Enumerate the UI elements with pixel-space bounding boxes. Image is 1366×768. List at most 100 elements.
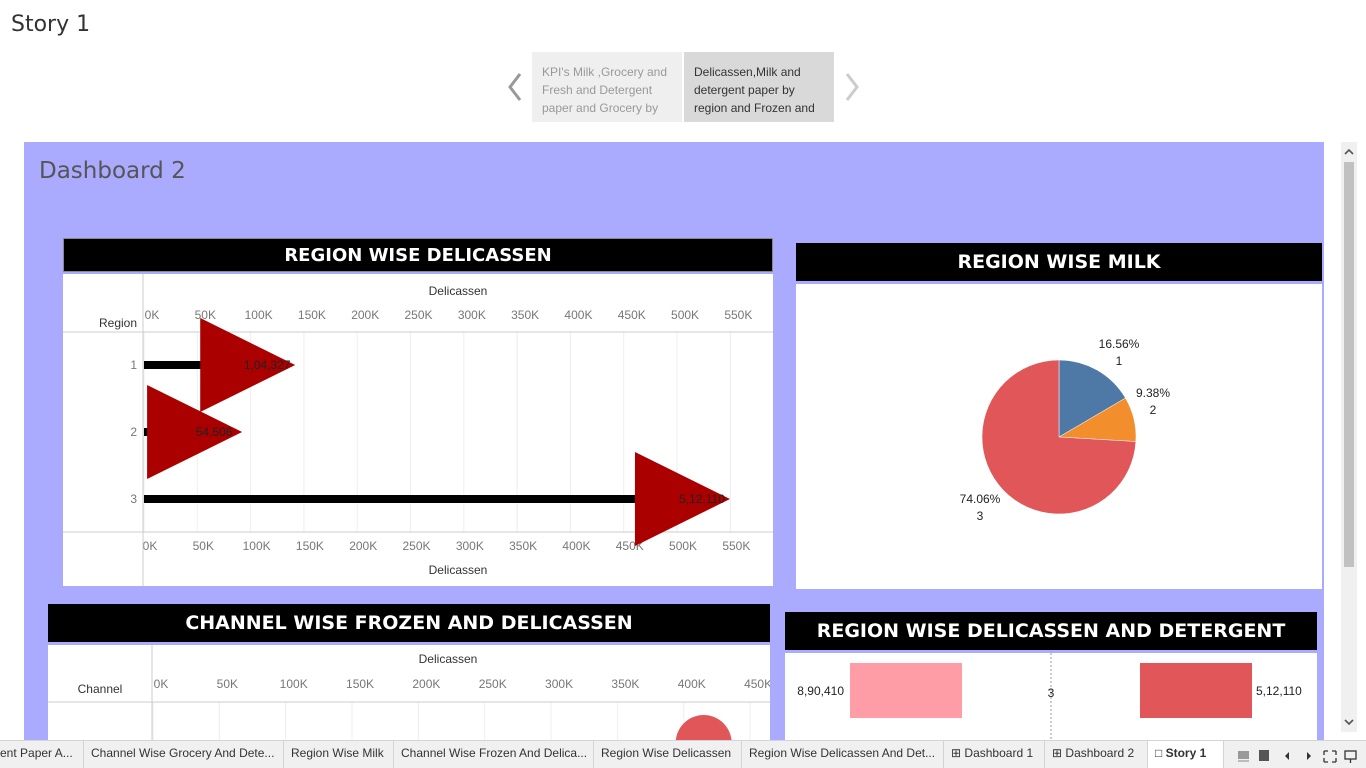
y-tick-region: 1 xyxy=(130,358,137,372)
x-tick-top: 450K xyxy=(618,308,646,322)
x-tick-bottom: 200K xyxy=(349,539,377,553)
story-point-2[interactable]: Delicassen,Milk and detergent paper by r… xyxy=(684,52,834,122)
bar-detergent-paper-region-3 xyxy=(1140,663,1252,718)
x-axis-title-top: Delicassen xyxy=(419,652,478,666)
next-story-point-arrow-icon[interactable] xyxy=(842,70,862,104)
pie-label-percent-3: 74.06% xyxy=(960,492,1001,506)
x-tick-top: 400K xyxy=(564,308,592,322)
x-tick-top: 0K xyxy=(154,677,169,691)
x-axis-title-bottom: Delicassen xyxy=(429,563,488,577)
pie-label-region-1: 1 xyxy=(1116,354,1123,368)
tab-label: Story 1 xyxy=(1165,746,1207,760)
tab-label: Dashboard 1 xyxy=(964,746,1034,760)
x-tick-top: 300K xyxy=(545,677,573,691)
bar-delicassen-region-3 xyxy=(850,663,962,718)
x-tick-top: 50K xyxy=(217,677,238,691)
story-point-1-caption: KPI's Milk ,Grocery and Fresh and Deterg… xyxy=(542,65,667,115)
region-label: 3 xyxy=(1048,686,1055,700)
x-tick-top: 250K xyxy=(405,308,433,322)
scroll-down-icon[interactable] xyxy=(1341,714,1357,730)
region-milk-title: REGION WISE MILK xyxy=(796,243,1322,281)
dashboard-title: Dashboard 2 xyxy=(39,158,186,184)
dashboard-vertical-scrollbar[interactable] xyxy=(1341,142,1357,732)
x-tick-top: 450K xyxy=(744,677,770,691)
show-tabs-icon[interactable] xyxy=(1259,750,1269,761)
channel-frozen-delicassen-title: CHANNEL WISE FROZEN AND DELICASSEN xyxy=(48,604,770,642)
tab-region-milk[interactable]: Region Wise Milk xyxy=(284,741,394,768)
x-tick-top: 400K xyxy=(678,677,706,691)
tab-detergent-paper[interactable]: ent Paper A... xyxy=(0,741,84,768)
dashboard-grid-icon: ⊞ xyxy=(1052,746,1063,760)
tab-label: ent Paper A... xyxy=(0,746,73,760)
region-delicassen-chart[interactable]: Region Delicassen Delicassen 0K 0K 50K 50K 100K… xyxy=(63,274,773,586)
x-tick-top: 300K xyxy=(458,308,486,322)
pie-label-region-2: 2 xyxy=(1150,403,1157,417)
x-tick-top: 200K xyxy=(351,308,379,322)
tab-label: Region Wise Milk xyxy=(291,746,384,760)
x-tick-top: 100K xyxy=(280,677,308,691)
data-label-region-3: 5,12,110 xyxy=(679,492,725,506)
tab-region-delicassen-detergent[interactable]: Region Wise Delicassen And Det... xyxy=(742,741,944,768)
previous-story-point-arrow-icon[interactable] xyxy=(505,70,525,104)
region-delicassen-detergent-chart[interactable]: 8,90,410 5,12,110 3 xyxy=(785,653,1317,742)
dashboard-canvas: Dashboard 2 REGION WISE DELICASSEN Regio… xyxy=(24,142,1324,742)
y-axis-title: Region xyxy=(99,316,137,330)
x-tick-top: 350K xyxy=(611,677,639,691)
x-tick-top: 350K xyxy=(511,308,539,322)
right-value-label: 5,12,110 xyxy=(1256,684,1302,698)
tab-label: Channel Wise Frozen And Delica... xyxy=(401,746,588,760)
x-tick-bottom: 400K xyxy=(562,539,590,553)
story-point-1[interactable]: KPI's Milk ,Grocery and Fresh and Deterg… xyxy=(532,52,682,122)
x-tick-bottom: 150K xyxy=(296,539,324,553)
tab-bar-controls xyxy=(1238,750,1357,763)
presentation-mode-icon[interactable] xyxy=(1344,750,1357,763)
region-delicassen-detergent-title: REGION WISE DELICASSEN AND DETERGENT PAP… xyxy=(785,612,1317,680)
region-delicassen-title: REGION WISE DELICASSEN xyxy=(63,238,773,272)
tab-dashboard-2[interactable]: ⊞ Dashboard 2 xyxy=(1045,741,1148,768)
fit-to-screen-icon[interactable] xyxy=(1323,750,1337,763)
story-point-2-caption: Delicassen,Milk and detergent paper by r… xyxy=(694,65,815,115)
region-delicassen-svg: Region Delicassen Delicassen 0K 0K 50K 50K 100K… xyxy=(63,274,773,586)
region-milk-chart[interactable]: 16.56% 1 9.38% 2 74.06% 3 xyxy=(796,284,1322,589)
story-book-icon: □ xyxy=(1155,746,1163,760)
pie-label-percent-1: 16.56% xyxy=(1099,337,1140,351)
pie-label-percent-2: 9.38% xyxy=(1136,386,1170,400)
x-tick-bottom: 300K xyxy=(456,539,484,553)
sheet-tab-bar: ent Paper A... Channel Wise Grocery And … xyxy=(0,740,1366,768)
tab-scroll-right-icon[interactable] xyxy=(1307,752,1311,760)
tab-label: Region Wise Delicassen xyxy=(601,746,732,760)
x-tick-top: 100K xyxy=(245,308,273,322)
x-tick-top: 200K xyxy=(412,677,440,691)
pie-label-region-3: 3 xyxy=(977,509,984,523)
region-milk-svg: 16.56% 1 9.38% 2 74.06% 3 xyxy=(960,337,1171,523)
y-axis-title: Channel xyxy=(78,682,123,696)
x-tick-top: 150K xyxy=(298,308,326,322)
tab-label: Channel Wise Grocery And Dete... xyxy=(91,746,275,760)
tab-label: Region Wise Delicassen And Det... xyxy=(749,746,936,760)
tab-dashboard-1[interactable]: ⊞ Dashboard 1 xyxy=(944,741,1045,768)
tab-label: Dashboard 2 xyxy=(1065,746,1135,760)
show-filmstrip-icon[interactable] xyxy=(1238,751,1249,762)
x-tick-bottom: 350K xyxy=(509,539,537,553)
y-tick-region: 2 xyxy=(130,425,137,439)
x-tick-top: 50K xyxy=(195,308,216,322)
scrollbar-thumb[interactable] xyxy=(1344,162,1354,567)
channel-frozen-delicassen-chart[interactable]: Channel Delicassen 0K 50K 100K 150K 200K 250K 30… xyxy=(48,645,772,742)
x-tick-top: 250K xyxy=(479,677,507,691)
x-tick-bottom: 0K xyxy=(143,539,158,553)
x-tick-top: 550K xyxy=(724,308,752,322)
tab-channel-frozen-delicassen[interactable]: Channel Wise Frozen And Delica... xyxy=(394,741,594,768)
region-delicassen-detergent-svg: 8,90,410 5,12,110 3 xyxy=(797,653,1302,742)
x-tick-top: 500K xyxy=(671,308,699,322)
data-label-region-1: 1,04,327 xyxy=(244,358,291,372)
y-tick-region: 3 xyxy=(130,492,137,506)
left-value-label: 8,90,410 xyxy=(797,684,844,698)
x-tick-top: 0K xyxy=(145,308,160,322)
scroll-up-icon[interactable] xyxy=(1341,144,1357,160)
tab-story-1[interactable]: □ Story 1 xyxy=(1148,741,1224,768)
x-tick-bottom: 550K xyxy=(722,539,750,553)
channel-frozen-delicassen-svg: Channel Delicassen 0K 50K 100K 150K 200K 250K 30… xyxy=(48,645,772,742)
tab-channel-grocery-detergent[interactable]: Channel Wise Grocery And Dete... xyxy=(84,741,284,768)
tab-scroll-left-icon[interactable] xyxy=(1285,752,1289,760)
tab-region-delicassen[interactable]: Region Wise Delicassen xyxy=(594,741,742,768)
